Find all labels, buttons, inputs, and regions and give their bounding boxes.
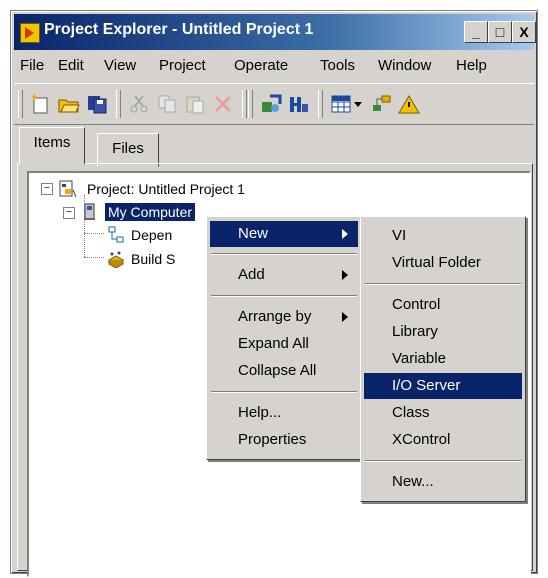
context-menu-arrange-by[interactable]: Arrange by (210, 304, 358, 330)
close-button[interactable]: X (512, 21, 536, 43)
context-menu-properties[interactable]: Properties (210, 427, 358, 453)
tree-line (84, 233, 104, 234)
context-menu-add-label: Add (238, 266, 265, 283)
tab-files-label: Files (112, 140, 144, 157)
collapse-project-toggle[interactable]: − (41, 183, 53, 195)
build-specs-icon (107, 251, 125, 268)
new-submenu-class[interactable]: Class (364, 400, 522, 426)
menu-view[interactable]: View (104, 57, 136, 74)
menu-separator (211, 295, 357, 297)
new-submenu-io-server-label: I/O Server (392, 377, 461, 394)
context-menu-help-label: Help... (238, 404, 282, 421)
new-submenu-control[interactable]: Control (364, 292, 522, 318)
menu-bar: File Edit View Project Operate Tools Win… (14, 53, 534, 79)
menu-edit[interactable]: Edit (58, 57, 84, 74)
build-icon[interactable] (260, 94, 282, 114)
new-submenu-control-label: Control (392, 296, 441, 313)
new-submenu-vi[interactable]: VI (364, 223, 522, 249)
submenu-arrow-icon (342, 312, 348, 322)
new-submenu-library[interactable]: Library (364, 319, 522, 345)
new-submenu-xcontrol[interactable]: XControl (364, 427, 522, 453)
menu-operate[interactable]: Operate (234, 57, 288, 74)
new-submenu-xcontrol-label: XControl (392, 431, 451, 448)
context-menu-collapse-all-label: Collapse All (238, 362, 317, 379)
menu-window[interactable]: Window (378, 57, 431, 74)
tree-my-computer-label[interactable]: My Computer (105, 203, 196, 221)
context-menu-arrange-by-label: Arrange by (238, 308, 312, 325)
tree-project-label[interactable]: Project: Untitled Project 1 (87, 181, 245, 197)
menu-file[interactable]: File (20, 57, 44, 74)
menu-separator (365, 283, 521, 285)
tab-files[interactable]: Files (97, 133, 159, 167)
window-title: Project Explorer - Untitled Project 1 (44, 21, 314, 38)
copy-icon[interactable] (156, 94, 178, 114)
grid-icon[interactable] (330, 94, 352, 114)
toolbar-grip[interactable] (248, 90, 253, 118)
new-submenu-new-dialog[interactable]: New... (364, 469, 522, 495)
menu-separator (365, 460, 521, 462)
context-menu-new[interactable]: New (210, 221, 358, 247)
tab-items[interactable]: Items (19, 127, 85, 164)
title-bar[interactable]: Project Explorer - Untitled Project 1 _ … (14, 14, 536, 50)
context-menu-collapse-all[interactable]: Collapse All (210, 358, 358, 384)
new-submenu-variable[interactable]: Variable (364, 346, 522, 372)
tree-dependencies-label[interactable]: Depen (131, 227, 172, 243)
new-submenu-io-server[interactable]: I/O Server (364, 373, 522, 399)
hierarchy-icon[interactable] (370, 94, 392, 114)
menu-separator (211, 253, 357, 255)
new-submenu-new-dialog-label: New... (392, 473, 434, 490)
maximize-button[interactable]: □ (488, 21, 512, 43)
menu-project[interactable]: Project (159, 57, 206, 74)
toolbar (14, 83, 534, 125)
save-all-icon[interactable] (86, 94, 108, 114)
open-icon[interactable] (58, 94, 80, 114)
new-submenu-vi-label: VI (392, 227, 407, 244)
menu-separator (211, 391, 357, 393)
context-menu: New Add Arrange by Expand All Collapse A… (206, 216, 362, 460)
tab-items-label: Items (33, 134, 71, 151)
computer-icon (84, 203, 95, 220)
context-menu-add[interactable]: Add (210, 262, 358, 288)
toolbar-grip[interactable] (18, 90, 23, 118)
context-menu-expand-all-label: Expand All (238, 335, 309, 352)
new-submenu-virtual-folder-label: Virtual Folder (392, 254, 481, 271)
labview-app-icon (20, 23, 40, 43)
context-menu-new-label: New (238, 225, 269, 242)
submenu-arrow-icon (342, 270, 348, 280)
tree-build-specs-label[interactable]: Build S (131, 251, 175, 267)
context-menu-help[interactable]: Help... (210, 400, 358, 426)
deploy-icon[interactable] (288, 94, 310, 114)
menu-help[interactable]: Help (456, 57, 487, 74)
new-submenu-class-label: Class (392, 404, 430, 421)
dependencies-icon (108, 226, 124, 243)
new-submenu-variable-label: Variable (392, 350, 446, 367)
new-icon[interactable] (30, 94, 52, 114)
context-menu-expand-all[interactable]: Expand All (210, 331, 358, 357)
context-menu-properties-label: Properties (238, 431, 307, 448)
warning-icon[interactable] (398, 94, 420, 114)
collapse-computer-toggle[interactable]: − (63, 207, 75, 219)
toolbar-separator (116, 90, 121, 118)
delete-icon[interactable] (212, 94, 234, 114)
new-submenu-virtual-folder[interactable]: Virtual Folder (364, 250, 522, 276)
cut-icon[interactable] (128, 94, 150, 114)
new-submenu: VI Virtual Folder Control Library Variab… (360, 216, 526, 502)
new-submenu-library-label: Library (392, 323, 438, 340)
project-icon (59, 180, 77, 198)
paste-icon[interactable] (184, 94, 206, 114)
submenu-arrow-icon (342, 229, 348, 239)
menu-tools[interactable]: Tools (320, 57, 355, 74)
dropdown-arrow-icon[interactable] (352, 94, 364, 114)
tree-line (84, 257, 104, 258)
minimize-button[interactable]: _ (464, 21, 488, 43)
toolbar-separator (318, 90, 323, 118)
toolbar-separator (242, 90, 247, 118)
